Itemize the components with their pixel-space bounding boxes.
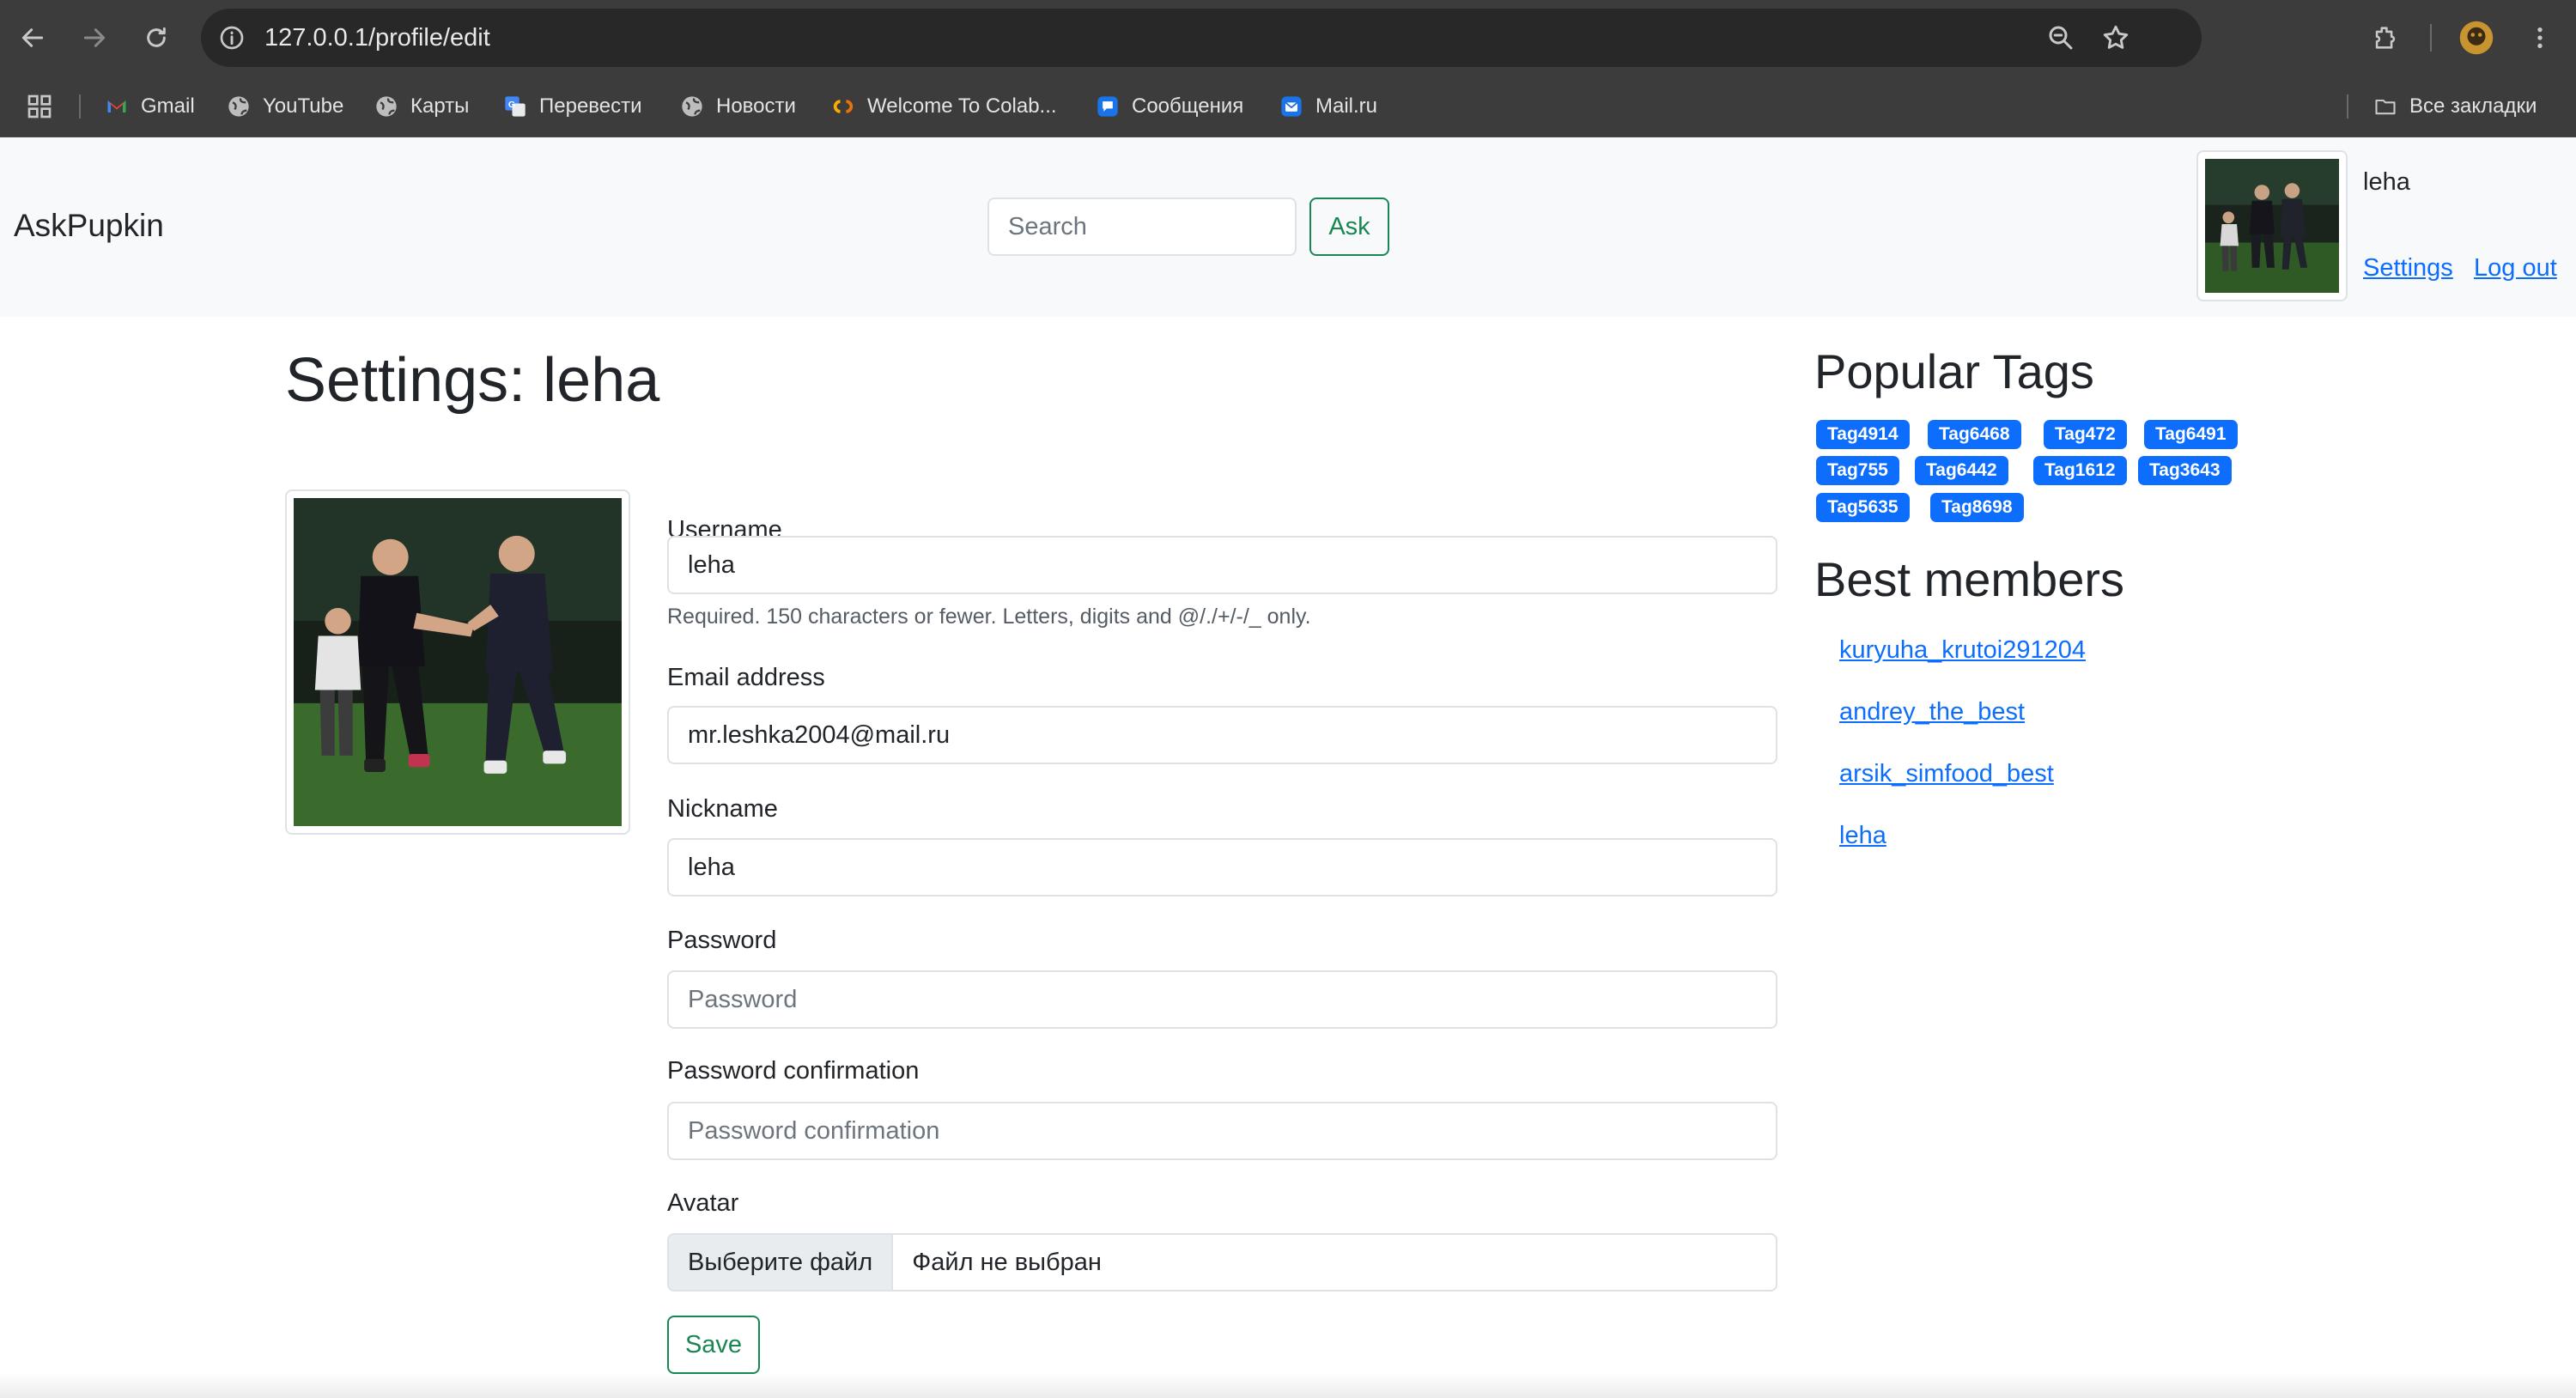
bookmark-mailru[interactable]: Mail.ru [1279, 91, 1377, 122]
back-icon[interactable] [12, 17, 53, 58]
translate-icon: G [505, 96, 526, 117]
bookmark-gmail[interactable]: Gmail [105, 91, 195, 122]
tag-badge[interactable]: Tag4914 [1816, 420, 1910, 449]
all-bookmarks[interactable]: Все закладки [2373, 91, 2537, 122]
menu-dots-icon[interactable] [2519, 17, 2561, 58]
tag-badge[interactable]: Tag6442 [1915, 456, 2008, 485]
email-field[interactable] [667, 706, 1777, 764]
browser-chrome: 127.0.0.1/profile/edit Gmail YouTube Кар… [0, 0, 2576, 137]
bookmark-news[interactable]: Новости [680, 91, 796, 122]
tag-badge[interactable]: Tag6491 [2144, 420, 2238, 449]
save-button[interactable]: Save [667, 1316, 760, 1374]
folder-icon [2375, 99, 2396, 115]
bookmark-messages[interactable]: Сообщения [1096, 91, 1243, 122]
gmail-icon [107, 100, 126, 112]
profile-avatar-icon[interactable] [2456, 17, 2497, 58]
settings-link[interactable]: Settings [2363, 254, 2453, 283]
bookmark-maps[interactable]: Карты [374, 91, 469, 122]
password-field[interactable] [667, 970, 1777, 1029]
globe-icon [228, 96, 249, 117]
site-info-icon[interactable] [218, 24, 246, 52]
nav-username: leha [2363, 168, 2410, 196]
profile-avatar-image [285, 489, 630, 835]
tag-badge[interactable]: Tag5635 [1816, 493, 1910, 522]
choose-file-button[interactable]: Выберите файл [669, 1235, 894, 1290]
tag-badge[interactable]: Tag1612 [2033, 456, 2127, 485]
address-bar[interactable]: 127.0.0.1/profile/edit [201, 9, 2202, 67]
popular-tags-heading: Popular Tags [1814, 344, 2094, 398]
username-help-text: Required. 150 characters or fewer. Lette… [667, 605, 1311, 629]
tag-badge[interactable]: Tag8698 [1930, 493, 2024, 522]
email-label: Email address [667, 664, 825, 691]
bookmark-translate[interactable]: G Перевести [503, 91, 642, 122]
apps-grid-icon[interactable] [26, 91, 53, 122]
brand-logo[interactable]: AskPupkin [14, 208, 164, 244]
nickname-field[interactable] [667, 838, 1777, 897]
colab-icon [833, 100, 854, 113]
mail-icon [1281, 96, 1302, 117]
password-confirmation-field[interactable] [667, 1102, 1777, 1160]
zoom-icon[interactable] [2045, 22, 2076, 53]
bookmark-star-icon[interactable] [2100, 22, 2131, 53]
member-link[interactable]: arsik_simfood_best [1839, 760, 2054, 788]
bookmark-colab[interactable]: Welcome To Colab... [831, 91, 1057, 122]
nickname-label: Nickname [667, 795, 778, 823]
best-members-heading: Best members [1814, 552, 2124, 606]
member-link[interactable]: leha [1839, 822, 1886, 850]
browser-toolbar: 127.0.0.1/profile/edit [0, 0, 2576, 76]
no-file-text: Файл не выбран [912, 1248, 1102, 1276]
page-title: Settings: leha [285, 346, 660, 415]
avatar [2196, 150, 2348, 301]
avatar-label: Avatar [667, 1189, 739, 1217]
bookmarks-divider [79, 94, 81, 119]
extensions-icon[interactable] [2365, 17, 2406, 58]
svg-text:G: G [508, 100, 515, 110]
password-label: Password [667, 927, 777, 954]
globe-icon [376, 96, 397, 117]
tag-badge[interactable]: Tag755 [1816, 456, 1899, 485]
password-confirmation-label: Password confirmation [667, 1057, 920, 1085]
username-field[interactable] [667, 536, 1777, 594]
tag-badge[interactable]: Tag472 [2044, 420, 2127, 449]
bookmarks-divider [2347, 94, 2348, 119]
toolbar-divider [2430, 24, 2432, 52]
member-link[interactable]: kuryuha_krutoi291204 [1839, 636, 2086, 665]
url-text[interactable]: 127.0.0.1/profile/edit [264, 24, 490, 52]
globe-icon [682, 96, 702, 117]
tag-badge[interactable]: Tag6468 [1928, 420, 2021, 449]
chat-icon [1097, 96, 1118, 117]
search-input[interactable] [987, 198, 1297, 256]
tag-badge[interactable]: Tag3643 [2138, 456, 2232, 485]
member-link[interactable]: andrey_the_best [1839, 698, 2025, 726]
bookmarks-bar: Gmail YouTube Карты G Перевести Новости … [0, 76, 2576, 137]
site-navbar: AskPupkin Ask leha Settings Log out [0, 137, 2576, 317]
avatar-file-input[interactable]: Выберите файл Файл не выбран [667, 1233, 1777, 1292]
ask-button[interactable]: Ask [1309, 198, 1389, 256]
forward-icon[interactable] [74, 17, 115, 58]
page-bottom-shadow [0, 1372, 2576, 1398]
bookmark-youtube[interactable]: YouTube [227, 91, 343, 122]
logout-link[interactable]: Log out [2474, 254, 2557, 283]
reload-icon[interactable] [136, 17, 177, 58]
